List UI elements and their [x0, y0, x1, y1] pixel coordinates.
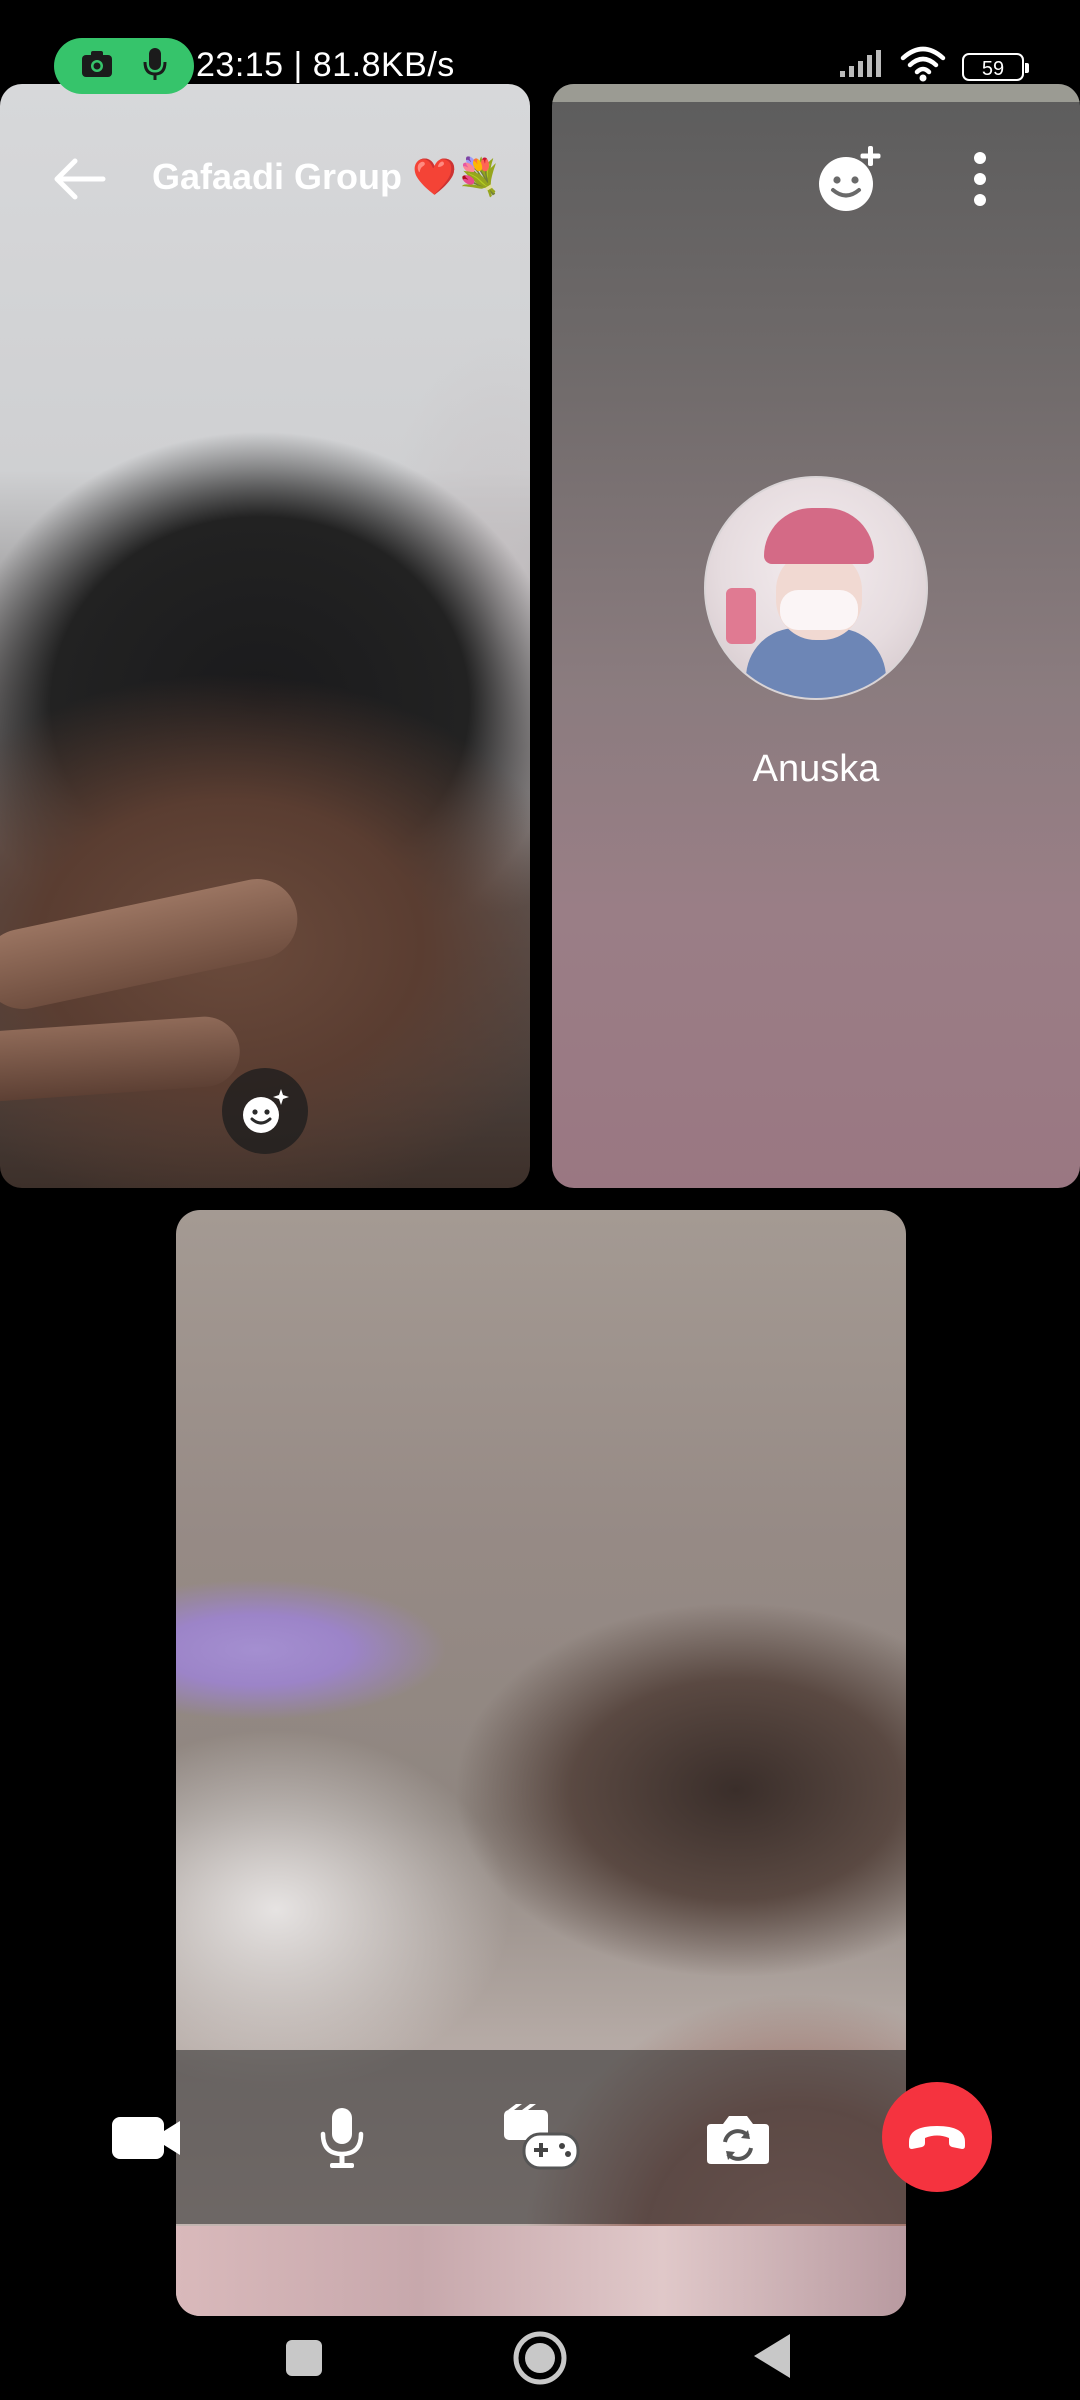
battery-icon: 59 — [962, 52, 1029, 81]
video-camera-icon — [112, 2117, 180, 2159]
heart-emoji: ❤️ — [412, 156, 457, 197]
more-options-button[interactable] — [960, 144, 1000, 214]
bouquet-emoji: 💐 — [456, 156, 502, 197]
effects-button[interactable] — [222, 1068, 308, 1154]
end-call-icon — [909, 2126, 965, 2149]
recording-indicator — [54, 38, 194, 94]
more-vertical-icon — [974, 152, 986, 206]
recents-icon — [286, 2340, 322, 2376]
add-person-smiley-icon — [819, 146, 881, 211]
back-nav-button[interactable] — [752, 2332, 792, 2385]
participant-tile-anuska[interactable]: Anuska — [552, 84, 1080, 1188]
video-call-screen: Anuska 23:15 | 81.8KB/s 59 Gafaadi Group… — [0, 0, 1080, 2400]
sparkle-smiley-icon — [243, 1089, 289, 1133]
home-button[interactable] — [512, 2330, 568, 2391]
back-button[interactable] — [44, 144, 114, 214]
flip-camera-button[interactable] — [690, 2090, 786, 2186]
toggle-video-button[interactable] — [96, 2090, 192, 2186]
signal-icon — [838, 49, 884, 84]
video-content — [176, 2226, 906, 2316]
back-icon — [754, 2334, 790, 2378]
status-time-speed: 23:15 | 81.8KB/s — [196, 46, 455, 84]
status-bar: 23:15 | 81.8KB/s 59 — [0, 0, 1080, 94]
arrow-left-icon — [54, 158, 106, 200]
games-icon — [504, 2104, 580, 2170]
recents-button[interactable] — [284, 2338, 324, 2383]
avatar — [704, 476, 928, 700]
self-video-tile[interactable] — [0, 84, 530, 1188]
video-content — [0, 871, 305, 1017]
status-indicators: 59 — [838, 46, 1029, 87]
navigation-bar — [0, 2316, 1080, 2400]
end-call-button[interactable] — [882, 2082, 992, 2192]
call-header: Gafaadi Group ❤️💐 — [0, 130, 1080, 230]
mic-icon — [142, 46, 168, 87]
microphone-icon — [320, 2108, 364, 2168]
group-name: Gafaadi Group — [152, 156, 403, 197]
wifi-icon — [900, 46, 946, 87]
camera-icon — [80, 49, 114, 84]
toggle-mic-button[interactable] — [294, 2090, 390, 2186]
video-content — [0, 1014, 243, 1104]
games-button[interactable] — [492, 2090, 588, 2186]
participant-name: Anuska — [752, 748, 880, 790]
flip-camera-icon — [707, 2116, 769, 2164]
home-icon — [513, 2331, 567, 2385]
add-participant-button[interactable] — [816, 144, 886, 214]
group-title: Gafaadi Group ❤️💐 — [152, 156, 502, 198]
